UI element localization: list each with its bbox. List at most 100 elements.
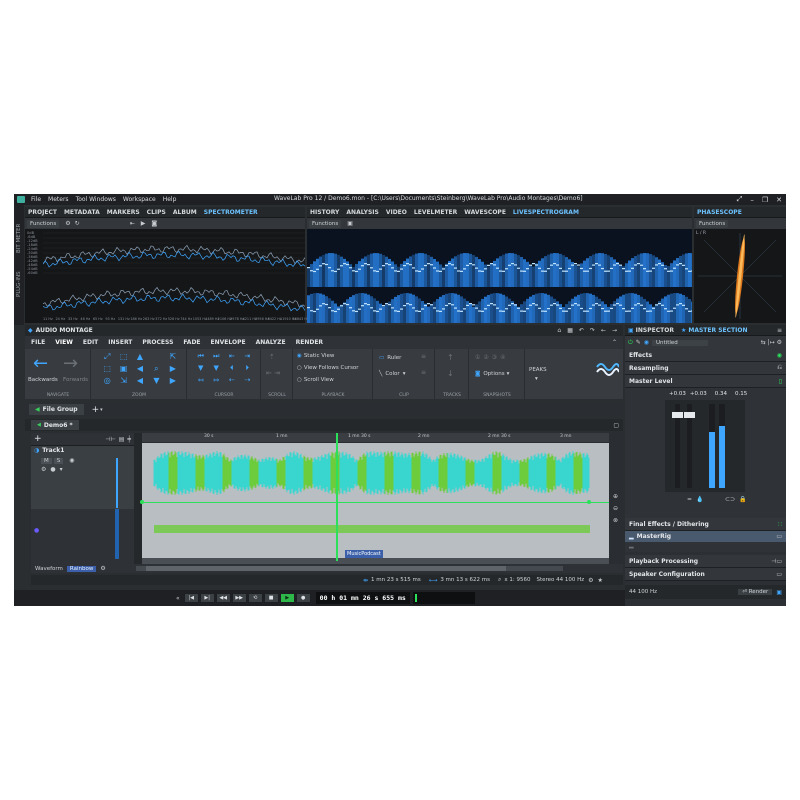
track-down-icon[interactable]: ↓ [447, 369, 454, 378]
track-name[interactable]: Track1 [42, 447, 64, 454]
mono-icon[interactable]: ◉ [644, 339, 649, 346]
master-level-toggle-icon[interactable]: ▯ [779, 378, 782, 385]
scroll-view-option[interactable]: ○ Scroll View [297, 377, 334, 383]
time-display[interactable]: 00 h 01 mn 26 s 655 ms [315, 592, 410, 604]
ribbon-tab-file[interactable]: FILE [31, 339, 45, 346]
scroll-up-icon[interactable]: ⇡ [269, 353, 275, 361]
envelope-point[interactable] [587, 500, 591, 504]
resampling-section[interactable]: Resampling ⎌ [625, 362, 786, 375]
master-level-section[interactable]: Master Level ▯ [625, 375, 786, 388]
cursor-prev-marker-icon[interactable]: ⇤ [224, 352, 240, 364]
undo-icon[interactable]: ↶ [579, 327, 584, 334]
plug-ins-tab[interactable]: PLUG-INS [16, 271, 22, 297]
render-button[interactable]: ⏎ Render [738, 589, 773, 595]
tab-project[interactable]: PROJECT [28, 209, 57, 216]
vertical-scrollbar[interactable]: ⊕ ⊖ ⊗ [609, 433, 623, 571]
track-up-icon[interactable]: ↑ [447, 353, 454, 362]
camera-icon[interactable]: ◙ [151, 220, 157, 227]
functions-button[interactable]: Functions [27, 219, 60, 228]
functions-button[interactable]: Functions [696, 219, 729, 228]
zoom-magnify-icon[interactable]: ⌕ [148, 364, 164, 376]
playback-processing-icon[interactable]: ⊣▭ [771, 558, 782, 565]
clip-option2-icon[interactable]: ≡ [421, 369, 426, 376]
track-volume-icon[interactable]: ▾ [60, 466, 63, 473]
bit-meter-tab[interactable]: BIT METER [16, 224, 22, 253]
ribbon-tab-render[interactable]: RENDER [296, 339, 323, 346]
cursor-move-right-icon[interactable]: ⇢ [240, 376, 256, 388]
cursor-left-edge-icon[interactable]: ⤆ [193, 376, 209, 388]
home-icon[interactable]: ⌂ [557, 327, 561, 334]
view-mode-label[interactable]: Waveform [35, 566, 63, 572]
tab-livespectrogram[interactable]: LIVESPECTROGRAM [513, 209, 579, 216]
zoom-tool-icon[interactable]: ⬚ [115, 352, 131, 364]
restore-icon[interactable]: ❐ [762, 196, 768, 204]
clip-envelope-line[interactable] [142, 502, 609, 503]
playback-cursor[interactable] [336, 433, 338, 561]
redo-icon[interactable]: ↷ [590, 327, 595, 334]
cursor-position[interactable]: 1 mn 23 s 515 ms [371, 577, 421, 583]
view-style-label[interactable]: Rainbow [66, 565, 97, 572]
preset-name[interactable]: Untitled [652, 339, 709, 346]
tab-album[interactable]: ALBUM [173, 209, 197, 216]
snapshot-3-icon[interactable]: ③ [492, 354, 497, 361]
track-tools-icon[interactable]: ╪ [127, 436, 131, 443]
speaker-configuration-section[interactable]: Speaker Configuration ▭ [625, 568, 786, 581]
zoom-in-v-icon[interactable]: ▲ [132, 352, 148, 364]
master-rig-open-icon[interactable]: ▭ [776, 533, 782, 540]
cursor-start-icon[interactable]: ⏮ [193, 352, 209, 364]
menu-tool-windows[interactable]: Tool Windows [76, 196, 116, 203]
output-icon[interactable]: ▣ [776, 589, 782, 596]
master-rig-row[interactable]: ▂ MasterRig ▭ [625, 531, 786, 542]
snapshot-2-icon[interactable]: ② [483, 354, 488, 361]
snapshot-1-icon[interactable]: ① [475, 354, 480, 361]
maximize-icon[interactable]: ▢ [613, 422, 619, 429]
tab-master-section[interactable]: MASTER SECTION [688, 327, 747, 334]
color-button[interactable]: ╲ Color ▾ [379, 371, 405, 377]
zoom-selection-icon[interactable]: ⬚ [99, 364, 115, 376]
tab-spectrometer[interactable]: SPECTROMETER [204, 209, 258, 216]
zoom-view-icon[interactable]: ◎ [99, 376, 115, 388]
tab-analysis[interactable]: ANALYSIS [346, 209, 378, 216]
playback-processing-section[interactable]: Playback Processing ⊣▭ [625, 555, 786, 568]
back-nav-icon[interactable]: ← [33, 353, 48, 374]
zoom-out-icon[interactable]: ⊖ [613, 505, 618, 512]
ribbon-tab-edit[interactable]: EDIT [83, 339, 98, 346]
play-button[interactable]: ▶ [279, 593, 295, 603]
zoom-out-right-icon[interactable]: ▶ [165, 376, 181, 388]
monitor-icon[interactable]: ◉ [69, 457, 74, 464]
ruler-button[interactable]: ▭ Ruler [379, 355, 401, 361]
tab-video[interactable]: VIDEO [386, 209, 407, 216]
link-icon[interactable]: = [687, 496, 692, 503]
grid-icon[interactable]: ▦ [567, 327, 573, 334]
effects-toggle-icon[interactable]: ◉ [777, 352, 782, 359]
step-back-icon[interactable]: ⇤ [130, 220, 135, 227]
expand-icon[interactable]: ⤢ [737, 195, 743, 204]
audio-format[interactable]: Stereo 44 100 Hz [536, 577, 584, 583]
backwards-label[interactable]: Backwards [28, 377, 58, 383]
forward-nav-icon[interactable]: → [63, 353, 78, 374]
static-view-option[interactable]: ◉ Static View [297, 353, 334, 359]
sample-rate[interactable]: 44 100 Hz [629, 589, 657, 595]
cursor-right-edge-icon[interactable]: ⤇ [209, 376, 225, 388]
peaks-button[interactable]: PEAKS [529, 367, 547, 373]
transport-collapse-icon[interactable]: « [176, 595, 180, 602]
cursor-clip-start-icon[interactable]: ⏴ [224, 364, 240, 376]
tab-levelmeter[interactable]: LEVELMETER [414, 209, 457, 216]
follow-cursor-option[interactable]: ○ View Follows Cursor [297, 365, 359, 371]
add-track-icon[interactable]: + [34, 434, 42, 444]
minimize-icon[interactable]: – [750, 196, 754, 204]
panel-menu-icon[interactable]: ≡ [777, 327, 782, 334]
cursor-down-icon[interactable]: ▼ [193, 364, 209, 376]
stop-button[interactable]: ■ [263, 593, 279, 603]
goto-end-button[interactable]: ▶| [199, 593, 215, 603]
zoom-reset-icon[interactable]: ⊗ [613, 517, 618, 524]
timeline-ruler[interactable]: 30 s 1 mn 1 mn 30 s 2 mn 2 mn 30 s 3 mn [142, 433, 609, 442]
back-arrow-icon[interactable]: ← [601, 327, 606, 334]
loop-button[interactable]: ⟲ [247, 593, 263, 603]
goto-start-button[interactable]: |◀ [183, 593, 199, 603]
zoom-left-icon[interactable]: ◀ [132, 364, 148, 376]
zoom-out-icon[interactable]: ⇱ [165, 352, 181, 364]
forwards-label[interactable]: Forwards [63, 377, 88, 383]
functions-button[interactable]: Functions [309, 219, 342, 228]
play-analysis-icon[interactable]: ▶ [141, 220, 146, 227]
